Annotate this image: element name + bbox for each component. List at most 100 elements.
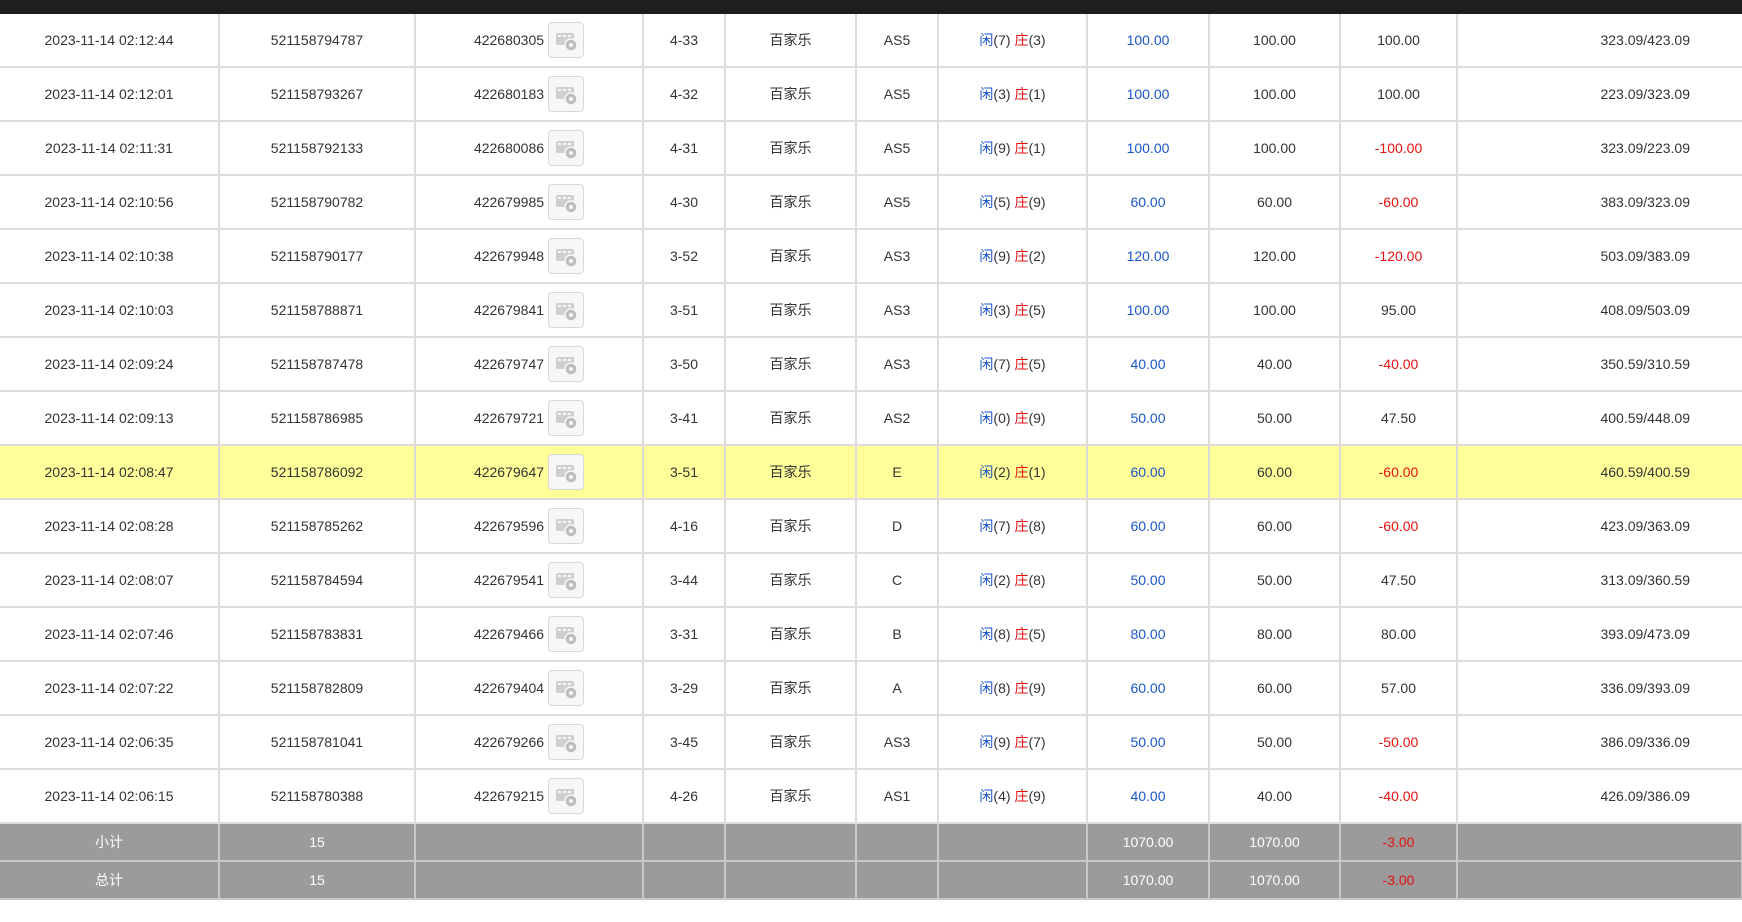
player-label: 闲 (979, 626, 994, 642)
video-replay-icon[interactable] (548, 292, 585, 328)
round-id: 422679215 (473, 788, 545, 804)
video-replay-icon[interactable] (548, 724, 585, 760)
video-replay-icon[interactable] (548, 562, 585, 598)
round-cell: 422679985 (415, 175, 644, 230)
balance-change: 503.09/383.09 (1457, 229, 1742, 284)
bet-time: 2023-11-14 02:08:47 (0, 445, 220, 500)
round-id: 422679596 (473, 518, 545, 534)
banker-score: (7) (1028, 734, 1046, 750)
player-score: (7) (993, 32, 1011, 48)
player-label: 闲 (979, 518, 994, 534)
player-label: 闲 (979, 410, 994, 426)
summary-count: 15 (219, 823, 416, 862)
win-amount: -60.00 (1340, 499, 1458, 554)
bet-code: AS2 (856, 391, 939, 446)
bet-amount: 40.00 (1087, 769, 1210, 824)
banker-score: (5) (1028, 302, 1046, 318)
round-id: 422679266 (473, 734, 545, 750)
bet-id: 521158790782 (219, 175, 416, 230)
table-number: 4-30 (643, 175, 726, 230)
valid-amount: 50.00 (1209, 391, 1341, 446)
valid-amount: 60.00 (1209, 445, 1341, 500)
bet-amount: 60.00 (1087, 661, 1210, 716)
video-replay-icon[interactable] (548, 616, 585, 652)
win-amount: -60.00 (1340, 445, 1458, 500)
bet-code: AS5 (856, 175, 939, 230)
banker-label: 庄 (1014, 32, 1029, 48)
round-cell: 422679596 (415, 499, 644, 554)
player-score: (9) (993, 140, 1011, 156)
balance-change: 386.09/336.09 (1457, 715, 1742, 770)
table-row: 2023-11-14 02:12:44 521158794787 4226803… (0, 14, 1742, 68)
summary-label: 小计 (0, 823, 220, 862)
round-cell: 422680305 (415, 14, 644, 68)
valid-amount: 60.00 (1209, 661, 1341, 716)
video-replay-icon[interactable] (548, 778, 585, 814)
bet-id: 521158787478 (219, 337, 416, 392)
video-replay-icon[interactable] (548, 346, 585, 382)
round-id: 422679541 (473, 572, 545, 588)
bet-time: 2023-11-14 02:10:56 (0, 175, 220, 230)
game-name: 百家乐 (725, 67, 857, 122)
round-id: 422680183 (473, 86, 545, 102)
player-label: 闲 (979, 464, 994, 480)
balance-change: 336.09/393.09 (1457, 661, 1742, 716)
win-amount: 47.50 (1340, 391, 1458, 446)
player-score: (9) (993, 248, 1011, 264)
table-row: 2023-11-14 02:10:03 521158788871 4226798… (0, 283, 1742, 338)
bet-time: 2023-11-14 02:10:03 (0, 283, 220, 338)
result-cell: 闲(7) 庄(8) (938, 499, 1088, 554)
bet-code: AS3 (856, 337, 939, 392)
bet-code: AS5 (856, 67, 939, 122)
video-replay-icon[interactable] (548, 76, 585, 112)
bet-amount: 60.00 (1087, 499, 1210, 554)
banker-label: 庄 (1014, 788, 1029, 804)
bet-time: 2023-11-14 02:09:13 (0, 391, 220, 446)
valid-amount: 60.00 (1209, 175, 1341, 230)
summary-win: -3.00 (1340, 823, 1458, 862)
video-replay-icon[interactable] (548, 454, 585, 490)
bet-id: 521158786985 (219, 391, 416, 446)
round-cell: 422679647 (415, 445, 644, 500)
table-number: 3-41 (643, 391, 726, 446)
game-name: 百家乐 (725, 607, 857, 662)
banker-label: 庄 (1014, 410, 1029, 426)
round-id: 422679747 (473, 356, 545, 372)
game-name: 百家乐 (725, 14, 857, 68)
player-score: (7) (993, 356, 1011, 372)
bet-time: 2023-11-14 02:08:28 (0, 499, 220, 554)
round-cell: 422679266 (415, 715, 644, 770)
valid-amount: 100.00 (1209, 283, 1341, 338)
result-cell: 闲(0) 庄(9) (938, 391, 1088, 446)
bet-amount: 60.00 (1087, 175, 1210, 230)
player-score: (3) (993, 86, 1011, 102)
video-replay-icon[interactable] (548, 130, 585, 166)
banker-score: (9) (1028, 410, 1046, 426)
banker-label: 庄 (1014, 680, 1029, 696)
bet-code: AS3 (856, 283, 939, 338)
game-name: 百家乐 (725, 445, 857, 500)
win-amount: -50.00 (1340, 715, 1458, 770)
bet-amount: 100.00 (1087, 14, 1210, 68)
valid-amount: 80.00 (1209, 607, 1341, 662)
win-amount: -60.00 (1340, 175, 1458, 230)
video-replay-icon[interactable] (548, 400, 585, 436)
bet-time: 2023-11-14 02:07:46 (0, 607, 220, 662)
win-amount: 57.00 (1340, 661, 1458, 716)
video-replay-icon[interactable] (548, 670, 585, 706)
banker-score: (5) (1028, 356, 1046, 372)
win-amount: -120.00 (1340, 229, 1458, 284)
banker-label: 庄 (1014, 572, 1029, 588)
video-replay-icon[interactable] (548, 238, 585, 274)
player-label: 闲 (979, 140, 994, 156)
round-id: 422679948 (473, 248, 545, 264)
balance-change: 383.09/323.09 (1457, 175, 1742, 230)
bet-code: A (856, 661, 939, 716)
banker-score: (9) (1028, 788, 1046, 804)
video-replay-icon[interactable] (548, 184, 585, 220)
video-replay-icon[interactable] (548, 508, 585, 544)
video-replay-icon[interactable] (548, 22, 585, 58)
bet-code: AS3 (856, 229, 939, 284)
player-score: (2) (993, 572, 1011, 588)
bet-code: AS5 (856, 121, 939, 176)
